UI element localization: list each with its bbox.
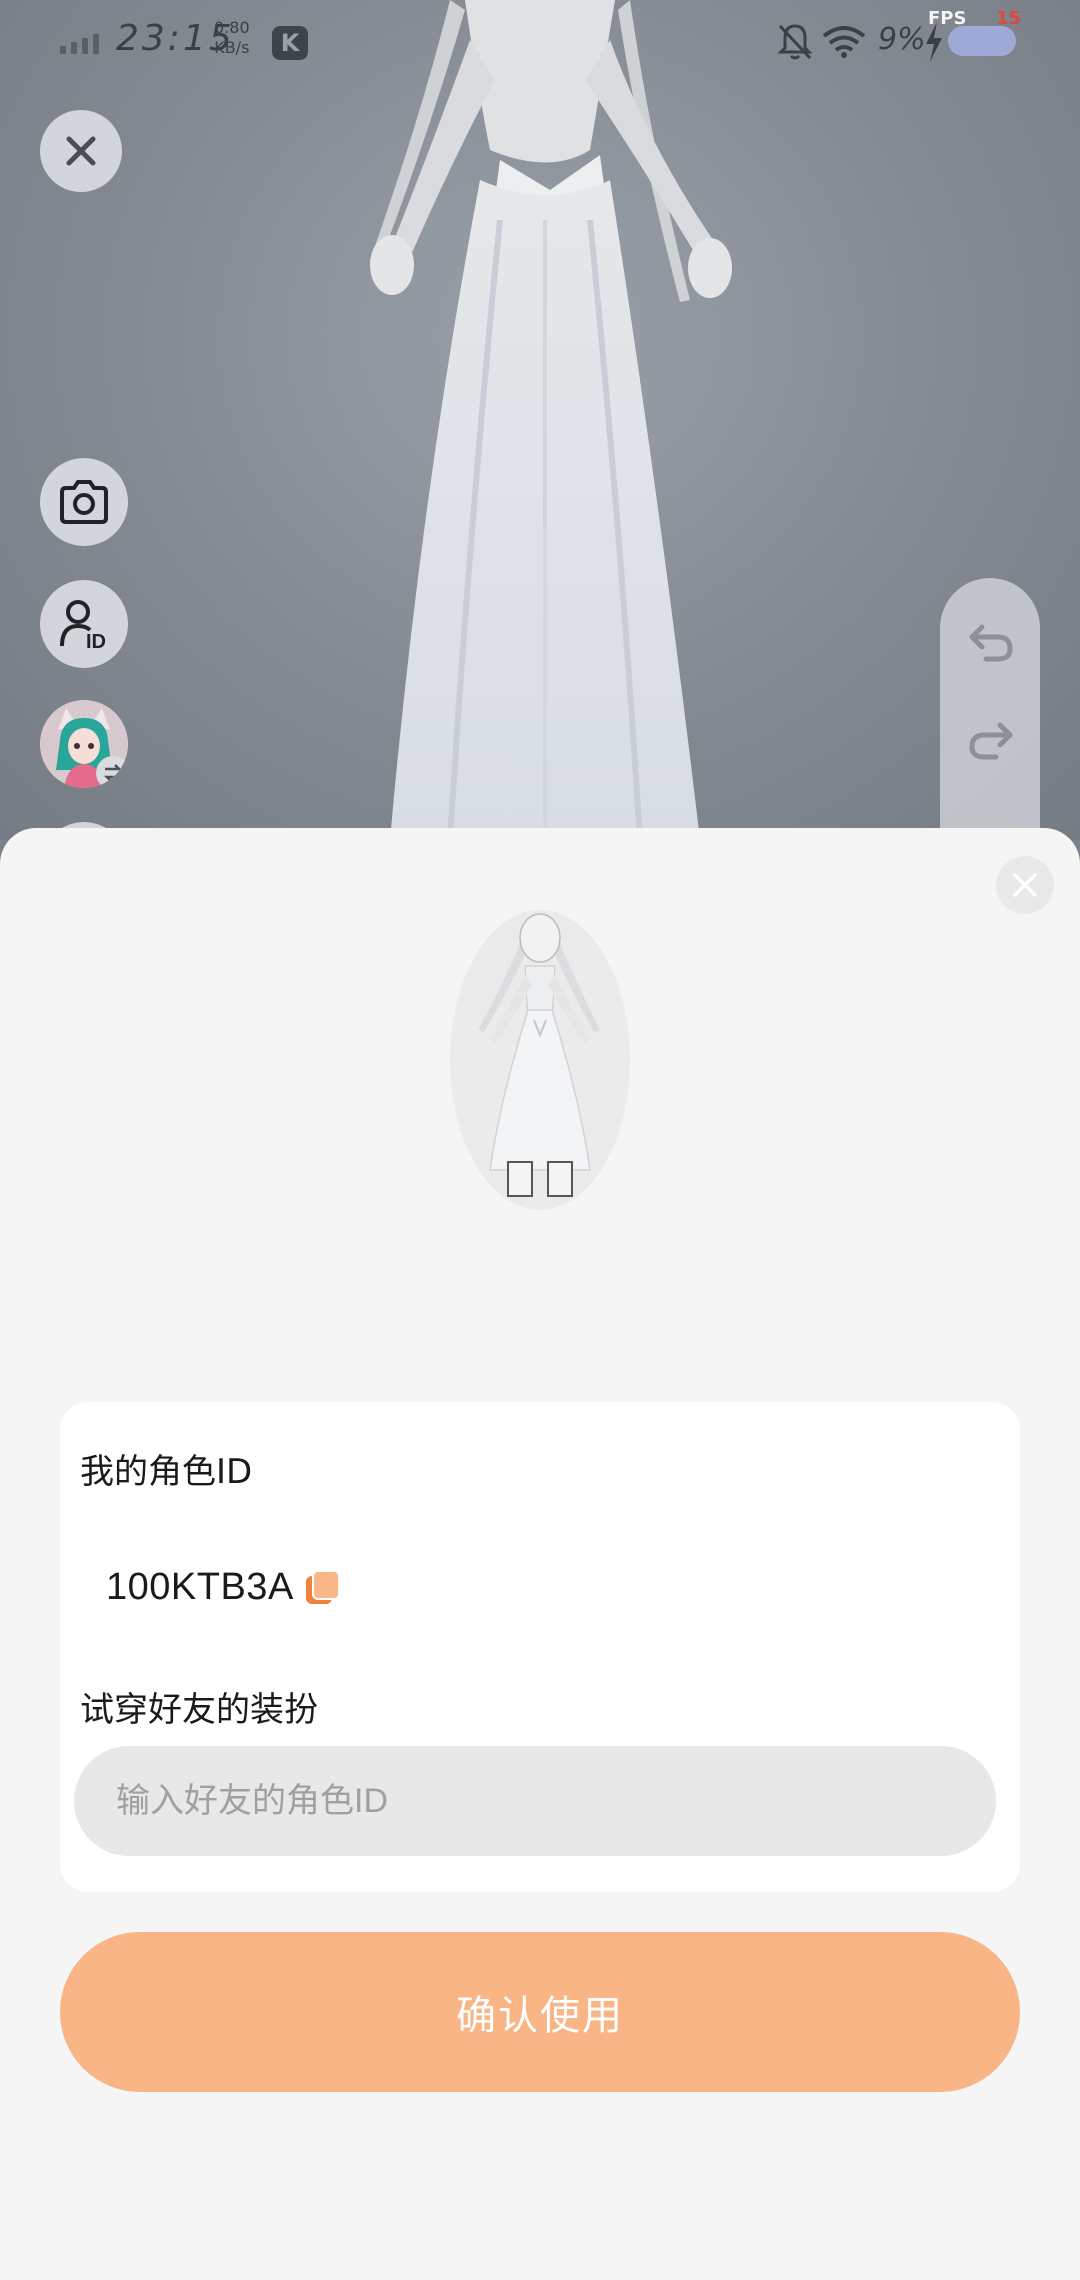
battery-percent: 9%	[878, 22, 926, 57]
role-id-card: 我的角色ID 100KTB3A 试穿好友的装扮	[60, 1402, 1020, 1892]
switch-character-button[interactable]	[40, 700, 128, 788]
avatar-3d-model	[370, 0, 732, 840]
camera-button[interactable]	[40, 458, 128, 546]
wifi-icon	[822, 26, 866, 58]
redo-icon	[969, 722, 1013, 760]
outfit-preview-image	[450, 910, 630, 1210]
mute-bell-icon	[777, 24, 813, 60]
confirm-use-button[interactable]: 确认使用	[60, 1932, 1020, 2092]
friend-role-id-input[interactable]	[74, 1746, 996, 1856]
copy-icon[interactable]	[305, 1569, 340, 1606]
network-speed-unit: KB/s	[214, 38, 250, 57]
network-speed-value: 0.80	[214, 18, 250, 37]
signal-icon	[60, 34, 99, 54]
status-bar: 23:15 0.80 KB/s K 9% FPS 15	[0, 0, 1080, 90]
my-role-id-value: 100KTB3A	[106, 1566, 294, 1608]
user-id-icon: ID	[60, 600, 106, 652]
undo-icon	[969, 624, 1013, 662]
swap-badge	[96, 756, 128, 788]
role-id-sheet: 我的角色ID 100KTB3A 试穿好友的装扮 确认使用	[0, 828, 1080, 2280]
my-role-id-label: 我的角色ID	[80, 1452, 253, 1492]
sheet-close-button[interactable]	[996, 856, 1054, 914]
close-icon	[1013, 873, 1037, 897]
try-on-friend-label: 试穿好友的装扮	[80, 1690, 318, 1730]
battery-icon	[948, 26, 1016, 56]
swap-icon	[103, 764, 123, 782]
svg-text:ID: ID	[86, 631, 106, 652]
network-speed: 0.80 KB/s	[214, 18, 250, 58]
close-editor-button[interactable]	[40, 110, 122, 192]
role-id-button[interactable]: ID	[40, 580, 128, 668]
fps-label: FPS	[928, 8, 967, 29]
avatar-3d-viewport[interactable]	[0, 0, 1080, 840]
close-icon	[66, 136, 96, 166]
undo-button[interactable]	[966, 618, 1016, 668]
camera-icon	[60, 480, 108, 524]
fps-value: 15	[996, 8, 1022, 29]
app-notification-icon: K	[272, 26, 308, 60]
redo-button[interactable]	[966, 716, 1016, 766]
my-role-id-row: 100KTB3A	[106, 1566, 340, 1609]
